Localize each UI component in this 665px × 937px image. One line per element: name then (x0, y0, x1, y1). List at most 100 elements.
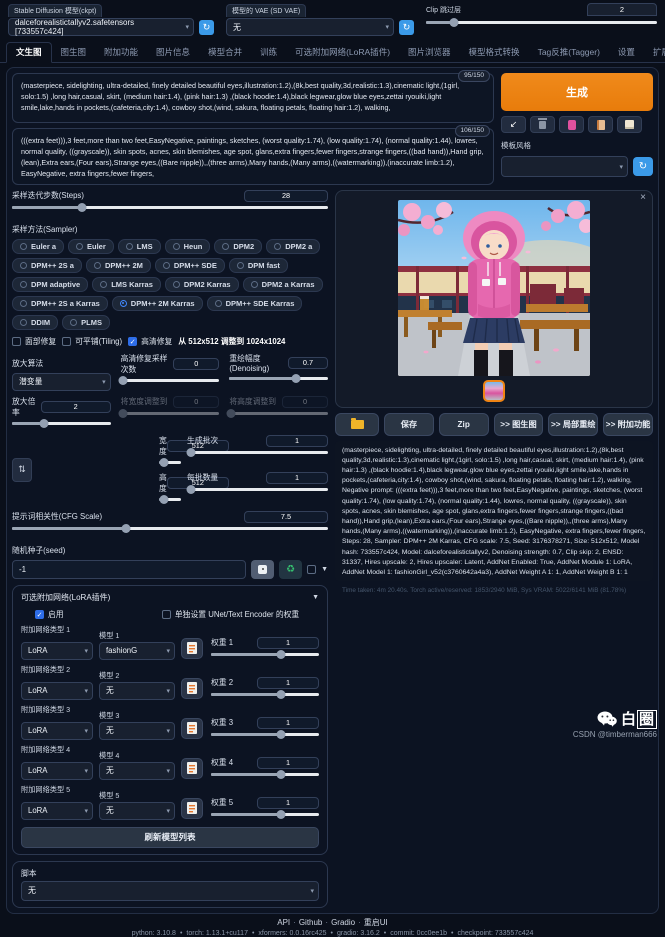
hires-fix-toggle[interactable]: 高清修复 (128, 336, 172, 347)
lora-model-info-button[interactable] (181, 718, 203, 739)
sampler-option-lms-karras[interactable]: LMS Karras (92, 277, 161, 292)
lora-model-info-button[interactable] (181, 798, 203, 819)
denoising-value[interactable]: 0.7 (288, 357, 328, 369)
checkbox-icon[interactable] (162, 610, 171, 619)
lora-weight-value[interactable]: 1 (257, 677, 319, 689)
sampler-option-euler-a[interactable]: Euler a (12, 239, 64, 254)
lora-enable-toggle[interactable]: 启用 (35, 609, 156, 620)
lora-model-dropdown[interactable]: 无 (99, 682, 175, 700)
save-style-button[interactable] (617, 116, 642, 133)
generated-image[interactable] (398, 200, 590, 376)
batch-count-slider[interactable] (187, 448, 328, 458)
lora-model-dropdown[interactable]: fashionG (99, 642, 175, 660)
refresh-models-button[interactable]: 刷新模型列表 (21, 827, 319, 848)
tiling-toggle[interactable]: 可平铺(Tiling) (62, 336, 122, 347)
hires-steps-value[interactable]: 0 (173, 358, 219, 370)
tab-settings[interactable]: 设置 (609, 43, 644, 62)
random-seed-button[interactable] (251, 560, 274, 579)
steps-slider[interactable] (12, 203, 328, 213)
tab-image-browser[interactable]: 图片浏览器 (399, 43, 460, 62)
clip-skip-slider[interactable] (426, 17, 657, 27)
tab-tagger[interactable]: Tag反推(Tagger) (529, 43, 609, 62)
tab-img2img[interactable]: 图生图 (52, 43, 96, 62)
lora-weight-slider[interactable] (211, 690, 319, 700)
prompt-style-apply-button[interactable] (588, 116, 613, 133)
slider-handle[interactable] (39, 419, 48, 428)
sampler-option-heun[interactable]: Heun (165, 239, 211, 254)
sampler-option-dpm-2m-karras[interactable]: DPM++ 2M Karras (112, 296, 203, 311)
generate-button[interactable]: 生成 (501, 73, 653, 111)
sampler-option-ddim[interactable]: DDIM (12, 315, 58, 330)
slider-handle[interactable] (159, 458, 168, 467)
lora-weight-slider[interactable] (211, 810, 319, 820)
send-to-img2img-button[interactable]: >> 图生图 (494, 413, 544, 436)
sampler-option-dpm-2s-a[interactable]: DPM++ 2S a (12, 258, 82, 273)
lora-model-dropdown[interactable]: 无 (99, 722, 175, 740)
send-to-extras-button[interactable]: >> 附加功能 (603, 413, 653, 436)
checkbox-checked-icon[interactable] (128, 337, 137, 346)
sampler-option-dpm2-a[interactable]: DPM2 a (266, 239, 320, 254)
tab-txt2img[interactable]: 文生图 (6, 42, 52, 63)
sampler-option-dpm-2s-a-karras[interactable]: DPM++ 2S a Karras (12, 296, 108, 311)
lora-type-dropdown[interactable]: LoRA (21, 762, 93, 780)
clear-prompt-button[interactable] (530, 116, 555, 133)
cfg-value[interactable]: 7.5 (244, 511, 328, 523)
lora-weight-slider[interactable] (211, 650, 319, 660)
slider-handle[interactable] (277, 770, 286, 779)
slider-handle[interactable] (121, 524, 130, 533)
slider-handle[interactable] (187, 448, 196, 457)
sampler-option-dpm2-karras[interactable]: DPM2 Karras (165, 277, 239, 292)
steps-value[interactable]: 28 (244, 190, 328, 202)
upscaler-dropdown[interactable]: 潜变量 (12, 373, 111, 391)
send-to-inpaint-button[interactable]: >> 局部重绘 (548, 413, 598, 436)
cfg-slider[interactable] (12, 524, 328, 534)
sampler-option-lms[interactable]: LMS (118, 239, 161, 254)
tab-extras[interactable]: 附加功能 (95, 43, 147, 62)
image-thumbnail[interactable] (483, 380, 505, 402)
close-icon[interactable]: × (640, 192, 646, 203)
sampler-option-dpm-2m[interactable]: DPM++ 2M (86, 258, 151, 273)
slider-handle[interactable] (277, 730, 286, 739)
lora-type-dropdown[interactable]: LoRA (21, 682, 93, 700)
lora-type-dropdown[interactable]: LoRA (21, 802, 93, 820)
face-restore-toggle[interactable]: 面部修复 (12, 336, 56, 347)
sampler-option-euler[interactable]: Euler (68, 239, 114, 254)
sampler-option-dpm2-a-karras[interactable]: DPM2 a Karras (243, 277, 323, 292)
slider-handle[interactable] (187, 485, 196, 494)
tab-train[interactable]: 训练 (251, 43, 286, 62)
zip-button[interactable]: Zip (439, 413, 489, 436)
footer-link-ui[interactable]: 重启UI (364, 918, 388, 927)
styles-apply-button[interactable]: ↻ (633, 157, 653, 176)
swap-dimensions-button[interactable]: ⇅ (12, 458, 32, 482)
slider-handle[interactable] (77, 203, 86, 212)
checkbox-checked-icon[interactable] (35, 610, 44, 619)
seed-extra-checkbox[interactable] (307, 565, 316, 574)
slider-handle[interactable] (159, 495, 168, 504)
sampler-option-dpm2[interactable]: DPM2 (214, 239, 262, 254)
sampler-option-plms[interactable]: PLMS (62, 315, 110, 330)
prompt-input[interactable]: 95/150 (masterpiece, sidelighting, ultra… (12, 73, 494, 123)
vae-refresh-button[interactable]: ↻ (399, 20, 414, 35)
lora-weight-slider[interactable] (211, 730, 319, 740)
lora-type-dropdown[interactable]: LoRA (21, 642, 93, 660)
script-dropdown[interactable]: 无 (21, 881, 319, 901)
lora-model-dropdown[interactable]: 无 (99, 762, 175, 780)
seed-input[interactable]: -1 (12, 560, 246, 579)
sampler-option-dpm-adaptive[interactable]: DPM adaptive (12, 277, 88, 292)
lora-type-dropdown[interactable]: LoRA (21, 722, 93, 740)
lora-model-dropdown[interactable]: 无 (99, 802, 175, 820)
styles-dropdown[interactable] (501, 156, 628, 177)
hires-steps-slider[interactable] (121, 376, 220, 386)
width-slider[interactable] (159, 458, 181, 468)
footer-link-api[interactable]: API (277, 918, 290, 927)
extra-networks-button[interactable] (559, 116, 584, 133)
lora-model-info-button[interactable] (181, 638, 203, 659)
negative-prompt-input[interactable]: 106/150 (((extra feet))),3 feet,more tha… (12, 128, 494, 185)
sampler-option-dpm-fast[interactable]: DPM fast (229, 258, 288, 273)
footer-link-github[interactable]: Github (299, 918, 323, 927)
save-button[interactable]: 保存 (384, 413, 434, 436)
lora-weight-value[interactable]: 1 (257, 717, 319, 729)
lora-weight-slider[interactable] (211, 770, 319, 780)
batch-count-value[interactable]: 1 (266, 435, 328, 447)
sampler-option-dpm-sde[interactable]: DPM++ SDE (155, 258, 225, 273)
